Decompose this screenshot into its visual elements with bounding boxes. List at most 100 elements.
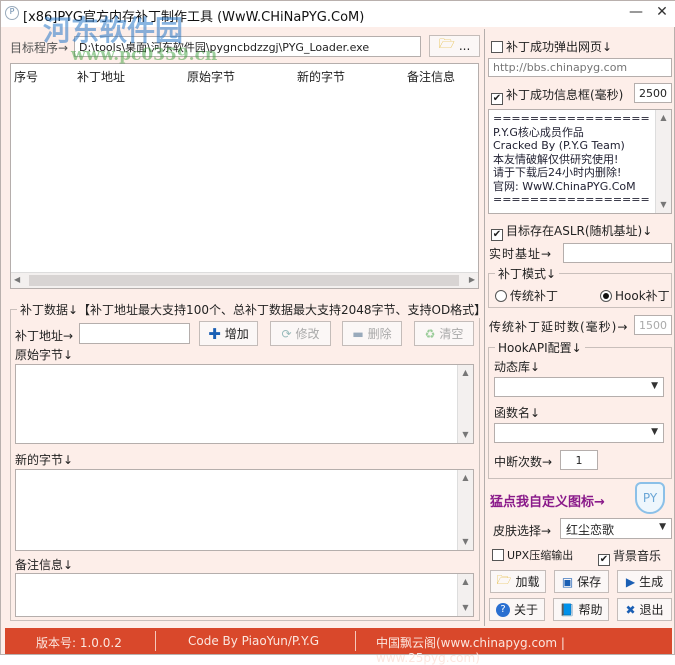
about-label: 关于 bbox=[513, 603, 538, 617]
address-label: 补丁地址→ bbox=[15, 329, 74, 343]
new-bytes-label: 新的字节↓ bbox=[15, 453, 74, 467]
chevron-down-icon: ▼ bbox=[651, 427, 658, 437]
panel-divider bbox=[484, 29, 485, 626]
vertical-scrollbar[interactable]: ▲ ▼ bbox=[457, 365, 473, 443]
save-label: 保存 bbox=[577, 575, 602, 589]
hook-radio[interactable]: Hook补丁 bbox=[600, 287, 670, 304]
generate-button[interactable]: ▶ 生成 bbox=[617, 570, 672, 593]
minus-icon: ▬ bbox=[352, 326, 364, 341]
load-button[interactable]: 🗁 加载 bbox=[490, 570, 546, 593]
scroll-left-icon[interactable]: ◀ bbox=[14, 275, 20, 284]
msgbox-ms-input[interactable] bbox=[634, 83, 672, 103]
message-line: P.Y.G核心成员作品 bbox=[493, 125, 584, 139]
patch-list[interactable]: 序号 补丁地址 原始字节 新的字节 备注信息 ◀ ▶ bbox=[10, 63, 479, 289]
skin-value: 红尘恋歌 bbox=[566, 523, 615, 537]
hook-label: Hook补丁 bbox=[615, 289, 670, 303]
delay-input[interactable] bbox=[634, 315, 672, 335]
message-line: Cracked By (P.Y.G Team) bbox=[493, 139, 625, 152]
new-bytes-textarea[interactable]: ▲ ▼ bbox=[15, 469, 474, 551]
traditional-radio[interactable]: 传统补丁 bbox=[495, 287, 558, 304]
exit-button[interactable]: ✖ 退出 bbox=[617, 598, 672, 621]
status-divider bbox=[355, 631, 356, 651]
save-button[interactable]: ▣ 保存 bbox=[554, 570, 609, 593]
delay-label: 传统补丁延时数(毫秒)→ bbox=[489, 320, 629, 334]
func-select[interactable]: ▼ bbox=[494, 423, 664, 443]
browse-button[interactable]: 🗁 ... bbox=[429, 35, 480, 57]
delete-button[interactable]: ▬ 删除 bbox=[342, 321, 402, 346]
patch-address-input[interactable] bbox=[79, 323, 190, 344]
column-header[interactable]: 补丁地址 bbox=[77, 68, 125, 85]
dll-label: 动态库↓ bbox=[494, 360, 541, 374]
help-label: 帮助 bbox=[578, 603, 603, 617]
chevron-down-icon: ▼ bbox=[651, 381, 658, 391]
message-line: ================= bbox=[493, 193, 650, 206]
minimize-button[interactable]: — bbox=[625, 4, 647, 24]
clear-button[interactable]: ♻ 清空 bbox=[414, 321, 474, 346]
note-label: 备注信息↓ bbox=[15, 558, 74, 572]
aslr-label: 目标存在ASLR(随机基址)↓ bbox=[506, 224, 653, 238]
message-line: ================= bbox=[493, 112, 650, 125]
message-textarea[interactable]: ================= P.Y.G核心成员作品 Cracked By (… bbox=[488, 109, 672, 214]
add-button[interactable]: ✚ 增加 bbox=[199, 321, 258, 346]
music-checkbox[interactable]: ✔ 背景音乐 bbox=[598, 547, 661, 566]
patch-mode-label: 补丁模式↓ bbox=[495, 265, 560, 282]
column-header[interactable]: 原始字节 bbox=[187, 68, 235, 85]
scrollbar-thumb[interactable] bbox=[29, 275, 459, 286]
add-label: 增加 bbox=[224, 327, 249, 341]
browse-label: ... bbox=[458, 39, 471, 53]
break-count-label: 中断次数→ bbox=[494, 455, 553, 469]
close-button[interactable]: ✕ bbox=[651, 4, 673, 24]
vertical-scrollbar[interactable]: ▲ ▼ bbox=[457, 470, 473, 550]
dll-select[interactable]: ▼ bbox=[494, 377, 664, 397]
floppy-disk-icon: ▣ bbox=[561, 574, 574, 589]
refresh-icon: ⟳ bbox=[281, 326, 292, 341]
folder-icon: 🗁 bbox=[438, 37, 455, 52]
generate-label: 生成 bbox=[639, 575, 664, 589]
help-button[interactable]: 📘 帮助 bbox=[553, 598, 609, 621]
custom-icon-link[interactable]: 猛点我自定义图标→ bbox=[490, 491, 605, 510]
book-icon: 📘 bbox=[559, 602, 575, 617]
checkbox-unchecked-icon bbox=[491, 41, 503, 53]
column-header[interactable]: 序号 bbox=[14, 68, 38, 85]
vertical-scrollbar[interactable]: ▲ ▼ bbox=[655, 110, 671, 213]
message-line: 本友情破解仅供研究使用! bbox=[493, 152, 619, 166]
shield-logo-icon[interactable]: PY bbox=[635, 482, 665, 514]
message-line: 官网: WwW.ChinaPYG.CoM bbox=[493, 179, 636, 193]
watermark-logo: 河东软件园 bbox=[43, 14, 184, 47]
original-bytes-textarea[interactable]: ▲ ▼ bbox=[15, 364, 474, 444]
aslr-checkbox[interactable]: ✔ 目标存在ASLR(随机基址)↓ bbox=[491, 222, 652, 241]
author-text: Code By PiaoYun/P.Y.G bbox=[188, 634, 320, 648]
note-textarea[interactable]: ▲ ▼ bbox=[15, 573, 474, 617]
popup-label: 补丁成功弹出网页↓ bbox=[506, 40, 613, 54]
plus-icon: ✚ bbox=[208, 324, 221, 343]
status-bar: 版本号: 1.0.0.2 Code By PiaoYun/P.Y.G 中国飘云阁… bbox=[5, 628, 672, 665]
break-count-input[interactable] bbox=[560, 450, 598, 470]
base-address-input[interactable] bbox=[563, 243, 672, 263]
recycle-bin-icon: ♻ bbox=[424, 326, 436, 341]
site-text: 中国飘云阁(www.chinapyg.com | www.25pyg.com) bbox=[376, 636, 565, 665]
clear-label: 清空 bbox=[439, 327, 464, 341]
column-header[interactable]: 备注信息 bbox=[407, 68, 455, 85]
skin-select[interactable]: 红尘恋歌 ▼ bbox=[560, 518, 672, 539]
exit-label: 退出 bbox=[639, 603, 664, 617]
vertical-scrollbar[interactable]: ▲ ▼ bbox=[457, 574, 473, 616]
popup-checkbox[interactable]: 补丁成功弹出网页↓ bbox=[491, 38, 612, 55]
horizontal-scrollbar[interactable]: ◀ ▶ bbox=[11, 272, 478, 288]
column-header[interactable]: 新的字节 bbox=[297, 68, 345, 85]
func-label: 函数名↓ bbox=[494, 406, 541, 420]
message-line: 请于下载后24小时内删除! bbox=[493, 166, 622, 179]
modify-label: 修改 bbox=[295, 327, 320, 341]
scroll-right-icon[interactable]: ▶ bbox=[469, 275, 475, 284]
msgbox-label: 补丁成功信息框(毫秒) bbox=[506, 88, 624, 102]
about-button[interactable]: ? 关于 bbox=[489, 598, 545, 621]
upx-checkbox[interactable]: UPX压缩输出 bbox=[492, 547, 573, 563]
popup-url-input[interactable] bbox=[488, 58, 672, 77]
modify-button[interactable]: ⟳ 修改 bbox=[270, 321, 331, 346]
checkbox-unchecked-icon bbox=[492, 549, 504, 561]
msgbox-checkbox[interactable]: ✔ 补丁成功信息框(毫秒) bbox=[491, 86, 623, 105]
music-label: 背景音乐 bbox=[613, 549, 662, 563]
original-bytes-label: 原始字节↓ bbox=[15, 348, 74, 362]
upx-label: UPX压缩输出 bbox=[507, 549, 574, 562]
chevron-down-icon: ▼ bbox=[659, 522, 666, 532]
app-icon: P bbox=[5, 6, 19, 20]
